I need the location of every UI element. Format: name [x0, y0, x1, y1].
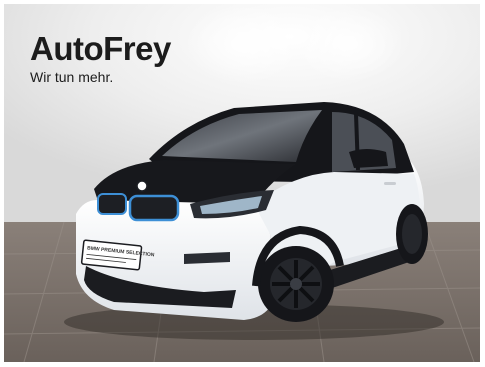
- photo-frame: BMW PREMIUM SELECTION AutoFrey Wir tun m…: [4, 4, 480, 362]
- brand-tagline: Wir tun mehr.: [30, 69, 114, 85]
- brand-name: AutoFrey: [30, 30, 171, 67]
- dealer-logo: AutoFrey Wir tun mehr.: [30, 32, 171, 86]
